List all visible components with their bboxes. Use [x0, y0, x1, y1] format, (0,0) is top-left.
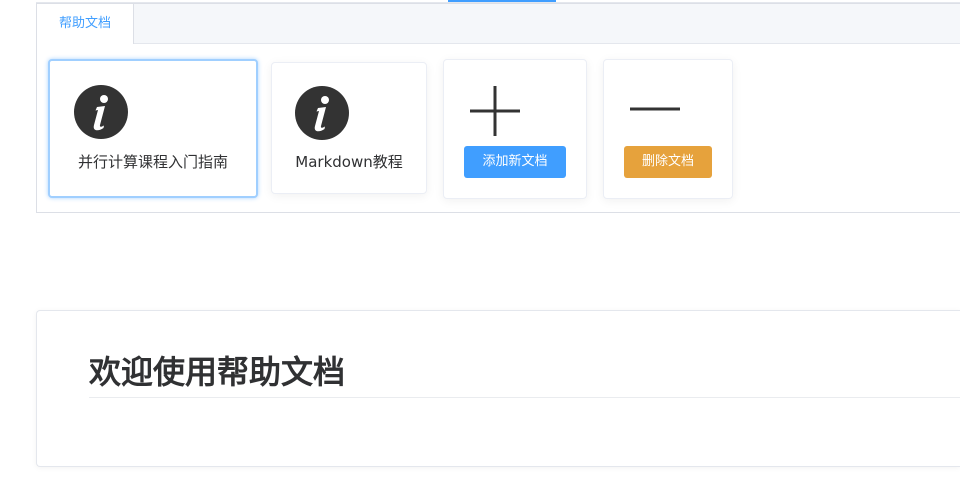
- info-icon: [295, 86, 349, 140]
- add-doc-card: 添加新文档: [443, 59, 587, 199]
- page-title: 欢迎使用帮助文档: [89, 353, 346, 391]
- tab-bar: 帮助文档: [37, 4, 960, 44]
- doc-card-markdown[interactable]: Markdown教程: [271, 62, 427, 194]
- heading-divider: [89, 397, 960, 398]
- add-doc-button[interactable]: 添加新文档: [464, 146, 566, 178]
- delete-doc-card: 删除文档: [603, 59, 733, 199]
- doc-card-title: 并行计算课程入门指南: [77, 153, 228, 171]
- tab-help-docs[interactable]: 帮助文档: [37, 4, 134, 44]
- plus-icon[interactable]: [468, 84, 522, 138]
- docs-tab-panel: 帮助文档 并行计算课程入门指南 Markdown教程 添加新文档 删除文档: [36, 3, 960, 213]
- minus-icon[interactable]: [628, 82, 682, 136]
- doc-card-parallel-guide[interactable]: 并行计算课程入门指南: [48, 59, 258, 198]
- doc-content-panel: 欢迎使用帮助文档: [36, 310, 960, 467]
- doc-card-title: Markdown教程: [295, 153, 403, 171]
- delete-doc-button[interactable]: 删除文档: [624, 146, 712, 178]
- info-icon: [74, 85, 128, 139]
